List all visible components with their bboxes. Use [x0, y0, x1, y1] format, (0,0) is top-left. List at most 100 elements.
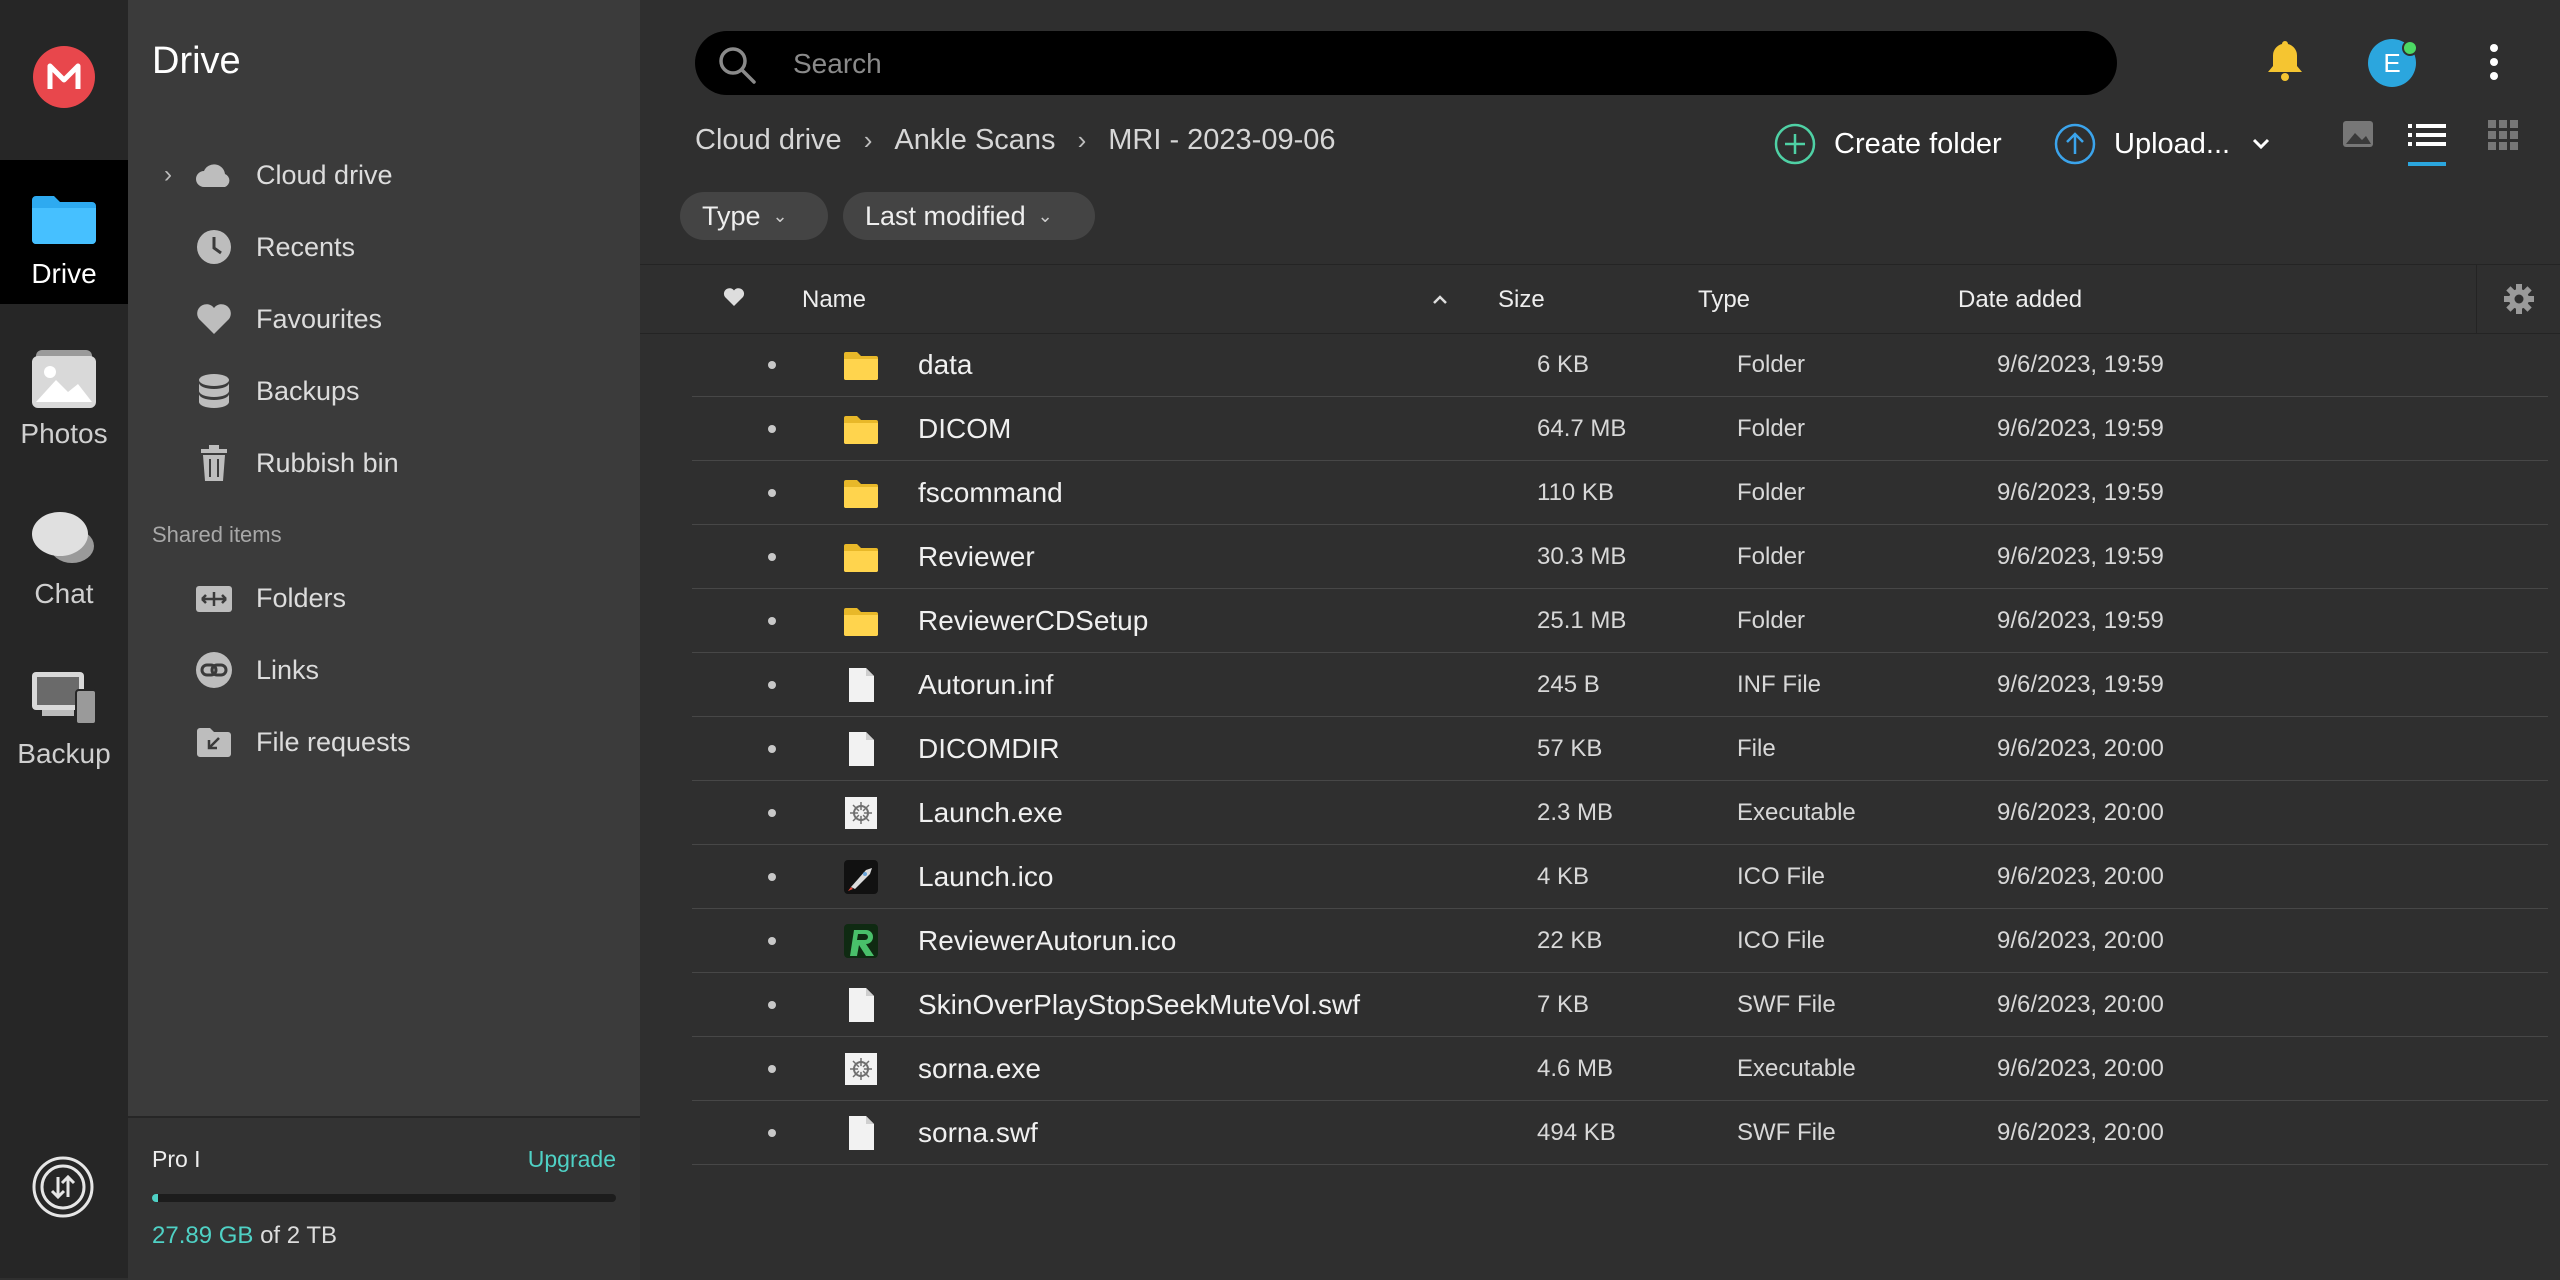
grid-view-icon[interactable] — [2488, 120, 2518, 150]
create-folder-button[interactable]: Create folder — [1774, 118, 2002, 170]
favourite-dot[interactable] — [768, 873, 776, 881]
sidebar-item-recents[interactable]: Recents — [128, 217, 640, 277]
file-size: 4 KB — [1537, 863, 1590, 890]
upgrade-link[interactable]: Upgrade — [528, 1146, 616, 1173]
file-name: SkinOverPlayStopSeekMuteVol.swf — [918, 989, 1360, 1020]
table-row[interactable]: Launch.exe 2.3 MB Executable 9/6/2023, 2… — [692, 781, 2548, 845]
sidebar-item-links[interactable]: Links — [128, 640, 640, 700]
file-size: 4.6 MB — [1537, 1055, 1614, 1082]
upload-button[interactable]: Upload... — [2054, 118, 2270, 170]
table-row[interactable]: Reviewer 30.3 MB Folder 9/6/2023, 19:59 — [692, 525, 2548, 589]
file-date-added: 9/6/2023, 20:00 — [1997, 799, 2164, 826]
table-row[interactable]: Autorun.inf 245 B INF File 9/6/2023, 19:… — [692, 653, 2548, 717]
file-size: 245 B — [1537, 671, 1600, 698]
favourite-dot[interactable] — [768, 489, 776, 497]
file-type: Executable — [1737, 799, 1856, 826]
last-modified-filter-label: Last modified — [865, 200, 1026, 231]
rail-drive[interactable]: Drive — [0, 160, 128, 304]
sidebar-item-label: File requests — [256, 726, 411, 757]
favourite-dot[interactable] — [768, 809, 776, 817]
storage-used: 27.89 GB — [152, 1222, 254, 1249]
favourite-dot[interactable] — [768, 361, 776, 369]
sidebar-item-label: Favourites — [256, 303, 383, 334]
column-header-size[interactable]: Size — [1498, 286, 1545, 314]
search-bar[interactable] — [695, 31, 2117, 97]
folder-icon — [842, 602, 880, 640]
sidebar-item-cloud-drive[interactable]: › Cloud drive — [128, 145, 640, 205]
file-date-added: 9/6/2023, 20:00 — [1997, 735, 2164, 762]
favourite-dot[interactable] — [768, 681, 776, 689]
file-type: Folder — [1737, 415, 1806, 442]
favourite-dot[interactable] — [768, 1129, 776, 1137]
file-type: Folder — [1737, 479, 1806, 506]
executable-gear-icon — [842, 1050, 880, 1088]
rail-backup-label: Backup — [17, 738, 111, 769]
table-row[interactable]: sorna.swf 494 KB SWF File 9/6/2023, 20:0… — [692, 1101, 2548, 1165]
sidebar-item-backups[interactable]: Backups — [128, 361, 640, 421]
plan-name: Pro I — [152, 1146, 201, 1172]
table-row[interactable]: DICOMDIR 57 KB File 9/6/2023, 20:00 — [692, 717, 2548, 781]
breadcrumb-current: MRI - 2023-09-06 — [1108, 124, 1336, 156]
shared-folder-icon — [194, 578, 234, 618]
favourite-dot[interactable] — [768, 1001, 776, 1009]
avatar[interactable]: E — [2368, 39, 2418, 87]
favourite-dot[interactable] — [768, 745, 776, 753]
media-view-icon[interactable] — [2342, 120, 2374, 150]
blank-file-icon — [842, 730, 880, 768]
more-options-icon[interactable] — [2488, 42, 2500, 82]
column-header-date-added[interactable]: Date added — [1958, 286, 2082, 314]
chevron-down-icon[interactable] — [2252, 138, 2270, 150]
sort-ascending-icon[interactable] — [1432, 295, 1448, 305]
table-row[interactable]: fscommand 110 KB Folder 9/6/2023, 19:59 — [692, 461, 2548, 525]
favourite-dot[interactable] — [768, 937, 776, 945]
folder-icon — [842, 410, 880, 448]
table-row[interactable]: DICOM 64.7 MB Folder 9/6/2023, 19:59 — [692, 397, 2548, 461]
favourite-column-heart-icon[interactable] — [723, 287, 745, 307]
sidebar-item-folders[interactable]: Folders — [128, 568, 640, 628]
last-modified-filter-chip[interactable]: Last modified ⌄ — [843, 192, 1095, 240]
sidebar-item-favourites[interactable]: Favourites — [128, 289, 640, 349]
file-date-added: 9/6/2023, 20:00 — [1997, 863, 2164, 890]
rail-chat[interactable]: Chat — [0, 480, 128, 624]
rail-drive-label: Drive — [31, 258, 97, 289]
favourite-dot[interactable] — [768, 553, 776, 561]
chevron-down-icon: ⌄ — [772, 205, 788, 226]
sidebar-item-rubbish-bin[interactable]: Rubbish bin — [128, 433, 640, 493]
blank-file-icon — [842, 1114, 880, 1152]
breadcrumb-item[interactable]: Ankle Scans — [894, 124, 1055, 157]
table-row[interactable]: ReviewerAutorun.ico 22 KB ICO File 9/6/2… — [692, 909, 2548, 973]
table-row[interactable]: Launch.ico 4 KB ICO File 9/6/2023, 20:00 — [692, 845, 2548, 909]
file-request-icon — [194, 722, 234, 762]
folder-icon — [842, 538, 880, 576]
chevron-right-icon[interactable]: › — [164, 161, 172, 189]
column-header-type[interactable]: Type — [1698, 286, 1750, 314]
table-row[interactable]: ReviewerCDSetup 25.1 MB Folder 9/6/2023,… — [692, 589, 2548, 653]
transfer-manager-icon[interactable] — [31, 1155, 95, 1219]
rail-photos[interactable]: Photos — [0, 320, 128, 464]
breadcrumb-item[interactable]: Cloud drive — [695, 124, 842, 157]
notification-bell-icon[interactable] — [2265, 38, 2305, 82]
file-date-added: 9/6/2023, 19:59 — [1997, 671, 2164, 698]
sidebar-item-label: Rubbish bin — [256, 447, 399, 478]
list-view-icon[interactable] — [2408, 120, 2446, 168]
table-row[interactable]: SkinOverPlayStopSeekMuteVol.swf 7 KB SWF… — [692, 973, 2548, 1037]
file-name: sorna.swf — [918, 1117, 1038, 1148]
column-header-name[interactable]: Name — [802, 286, 866, 314]
heart-icon — [194, 299, 234, 339]
table-header: Name Size Type Date added — [640, 264, 2560, 334]
favourite-dot[interactable] — [768, 617, 776, 625]
rail-backup[interactable]: Backup — [0, 640, 128, 784]
type-filter-chip[interactable]: Type ⌄ — [680, 192, 828, 240]
table-row[interactable]: data 6 KB Folder 9/6/2023, 19:59 — [692, 333, 2548, 397]
column-settings[interactable] — [2476, 265, 2560, 333]
table-row[interactable]: sorna.exe 4.6 MB Executable 9/6/2023, 20… — [692, 1037, 2548, 1101]
file-name: Reviewer — [918, 541, 1035, 572]
favourite-dot[interactable] — [768, 425, 776, 433]
mega-logo[interactable] — [33, 46, 95, 108]
search-input[interactable] — [791, 31, 1995, 97]
file-size: 22 KB — [1537, 927, 1603, 954]
file-name: ReviewerAutorun.ico — [918, 925, 1177, 956]
favourite-dot[interactable] — [768, 1065, 776, 1073]
sidebar-item-file-requests[interactable]: File requests — [128, 712, 640, 772]
breadcrumb: Cloud drive › Ankle Scans › MRI - 2023-0… — [695, 124, 1336, 157]
